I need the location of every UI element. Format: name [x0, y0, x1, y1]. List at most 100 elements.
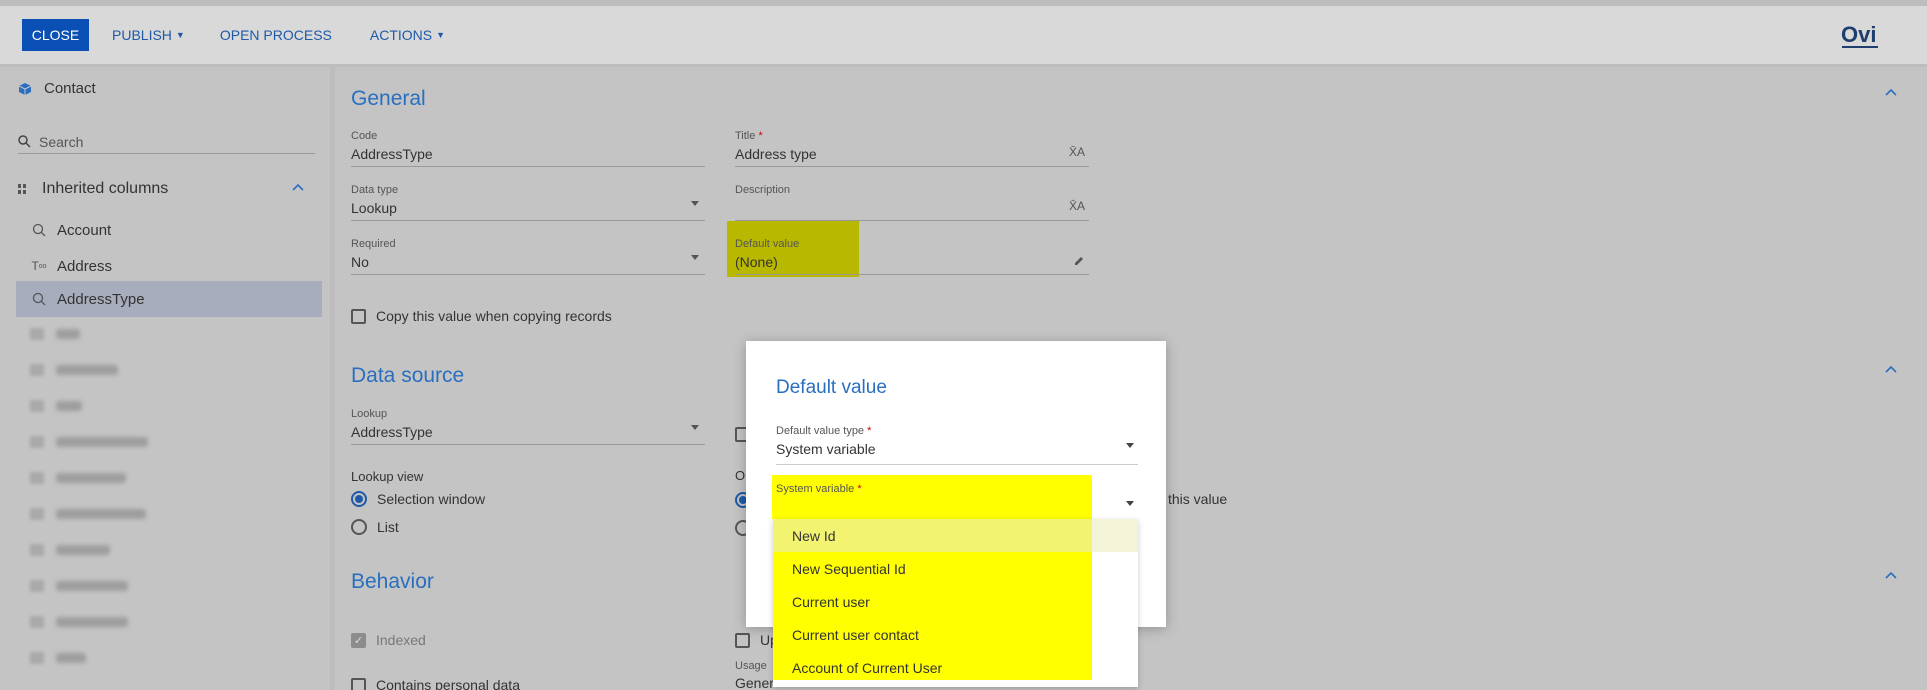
- blurred-item: [30, 399, 82, 413]
- required-value: No: [351, 254, 369, 270]
- behavior-section-title: Behavior: [351, 570, 434, 593]
- caret-down-icon: [691, 425, 699, 430]
- required-label: Required: [351, 238, 396, 250]
- radio-list[interactable]: List: [351, 519, 399, 535]
- sidebar-item-label: Address: [57, 257, 113, 275]
- default-value-type-field[interactable]: Default value type * System variable: [776, 421, 1138, 465]
- title-label: Title *: [735, 130, 763, 142]
- dialog-title: Default value: [776, 377, 887, 398]
- lookup-field[interactable]: Lookup AddressType: [351, 403, 705, 445]
- partial-checkbox[interactable]: Up: [735, 632, 778, 648]
- chevron-up-icon[interactable]: [1883, 570, 1899, 580]
- radio-selection-window[interactable]: Selection window: [351, 491, 485, 507]
- title-field[interactable]: Title * Address type X̄A: [735, 125, 1089, 167]
- lookup-value: AddressType: [351, 424, 433, 440]
- top-toolbar: CLOSE PUBLISH ▼ OPEN PROCESS ACTIONS ▼ O…: [0, 6, 1927, 64]
- lookup-view-label: Lookup view: [351, 469, 424, 484]
- type-label: Default value type *: [776, 425, 872, 437]
- sidebar-item-label: Account: [57, 221, 112, 239]
- blurred-item: [30, 543, 110, 557]
- caret-down-icon: [691, 201, 699, 206]
- option-new-sequential-id[interactable]: New Sequential Id: [773, 552, 1138, 585]
- sidebar: Contact Search Inherited columns Account…: [0, 67, 330, 690]
- blurred-item: [30, 363, 118, 377]
- default-value-value: (None): [735, 254, 778, 270]
- option-account-of-current-user[interactable]: Account of Current User: [773, 651, 1138, 684]
- checkbox[interactable]: ✓: [351, 632, 366, 648]
- partial-label: O: [735, 468, 746, 483]
- code-value: AddressType: [351, 146, 433, 162]
- checkbox[interactable]: [351, 677, 366, 690]
- data-type-label: Data type: [351, 184, 399, 196]
- lookup-label: Lookup: [351, 408, 388, 420]
- sidebar-item-addresstype[interactable]: AddressType: [16, 281, 322, 317]
- option-current-user-contact[interactable]: Current user contact: [773, 618, 1138, 651]
- indexed-checkbox[interactable]: ✓ Indexed: [351, 632, 426, 648]
- data-type-field[interactable]: Data type Lookup: [351, 179, 705, 221]
- blurred-item: [30, 651, 86, 665]
- columns-icon: [18, 184, 26, 194]
- caret-down-icon: ▼: [175, 30, 185, 40]
- search-placeholder: Search: [39, 133, 84, 150]
- default-value-field[interactable]: Default value (None): [735, 233, 1089, 275]
- translate-icon[interactable]: X̄A: [1069, 199, 1085, 213]
- chevron-up-icon[interactable]: [291, 182, 305, 192]
- caret-down-icon: [1126, 501, 1134, 506]
- text-icon: Too: [31, 259, 47, 273]
- type-value: System variable: [776, 441, 876, 457]
- usage-value: Gener: [735, 675, 774, 690]
- checkbox[interactable]: [735, 632, 750, 648]
- edit-icon[interactable]: [1074, 255, 1085, 266]
- code-label: Code: [351, 130, 378, 142]
- blurred-item: [30, 435, 148, 449]
- partial-label: this value: [1168, 491, 1228, 507]
- code-field[interactable]: Code AddressType: [351, 125, 705, 167]
- translate-icon[interactable]: X̄A: [1069, 145, 1085, 159]
- data-type-value: Lookup: [351, 200, 397, 216]
- description-label: Description: [735, 184, 791, 196]
- object-header: Contact: [18, 80, 96, 97]
- usage-label: Usage: [735, 660, 767, 672]
- search-input[interactable]: Search: [18, 130, 315, 154]
- radio-button[interactable]: [351, 491, 367, 507]
- blurred-item: [30, 471, 126, 485]
- general-section-title: General: [351, 87, 426, 110]
- caret-down-icon: ▼: [436, 30, 446, 40]
- search-icon: [18, 135, 31, 148]
- cube-icon: [18, 82, 32, 95]
- blurred-item: [30, 327, 80, 341]
- sidebar-item-label: AddressType: [57, 290, 145, 308]
- option-new-id[interactable]: New Id: [773, 519, 1138, 552]
- data-source-section-title: Data source: [351, 364, 465, 387]
- chevron-up-icon[interactable]: [1883, 87, 1899, 97]
- description-field[interactable]: Description X̄A: [735, 179, 1089, 221]
- sidebar-item-address[interactable]: Too Address: [16, 248, 322, 284]
- open-process-button[interactable]: OPEN PROCESS: [220, 27, 332, 43]
- sidebar-item-account[interactable]: Account: [16, 212, 322, 248]
- required-field[interactable]: Required No: [351, 233, 705, 275]
- chevron-up-icon[interactable]: [1883, 364, 1899, 374]
- title-value: Address type: [735, 146, 817, 162]
- inherited-columns-group[interactable]: Inherited columns: [18, 180, 315, 198]
- radio-label: List: [377, 519, 399, 535]
- blurred-item: [30, 579, 128, 593]
- actions-menu[interactable]: ACTIONS ▼: [370, 27, 445, 43]
- group-label: Inherited columns: [42, 180, 169, 197]
- personal-data-checkbox[interactable]: Contains personal data: [351, 677, 520, 690]
- radio-button[interactable]: [351, 519, 367, 535]
- caret-down-icon: [1126, 443, 1134, 448]
- logo: Ovi: [1841, 22, 1878, 48]
- publish-menu[interactable]: PUBLISH ▼: [112, 27, 185, 43]
- option-current-user[interactable]: Current user: [773, 585, 1138, 618]
- blurred-item: [30, 615, 128, 629]
- system-variable-field[interactable]: System variable *: [776, 479, 1138, 523]
- blurred-item: [30, 507, 146, 521]
- indexed-label: Indexed: [376, 632, 426, 648]
- copy-value-checkbox[interactable]: Copy this value when copying records: [351, 308, 612, 324]
- lookup-icon: [32, 223, 46, 237]
- close-button[interactable]: CLOSE: [22, 19, 89, 51]
- checkbox[interactable]: [351, 308, 366, 324]
- system-variable-dropdown: New Id New Sequential Id Current user Cu…: [773, 519, 1138, 687]
- logo-text: Ovi: [1841, 22, 1876, 47]
- sysvar-label: System variable *: [776, 483, 862, 495]
